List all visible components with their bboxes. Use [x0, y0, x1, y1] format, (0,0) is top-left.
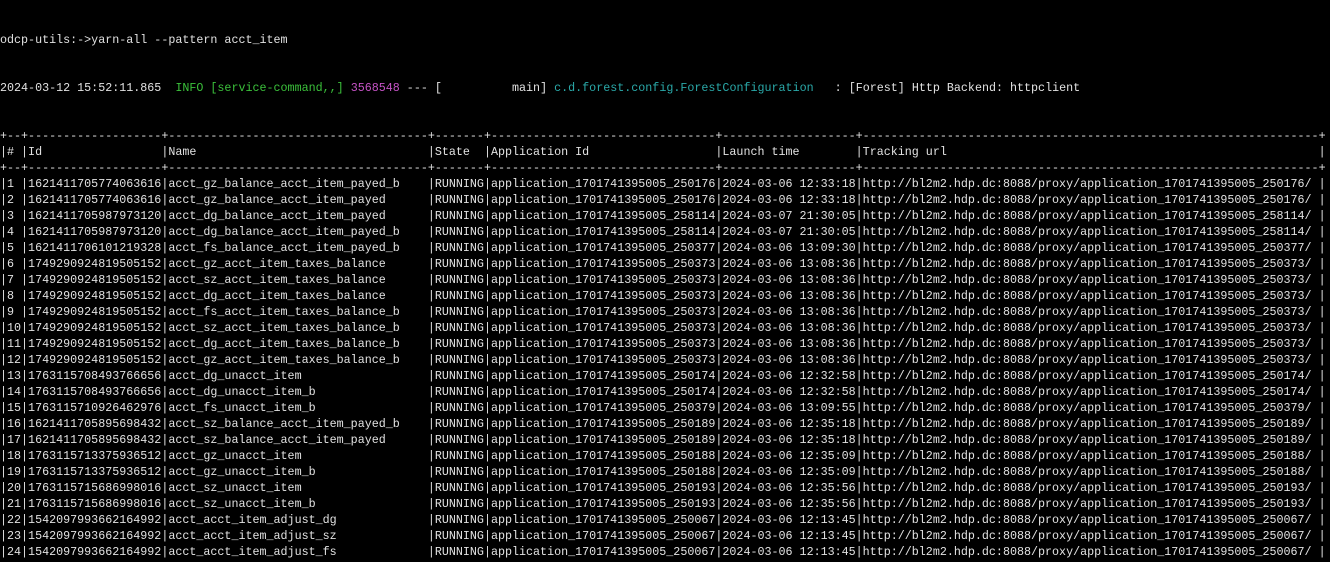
table-row: |4 |1621411705987973120|acct_dg_balance_… — [0, 224, 1330, 240]
log-segment: 3568548 — [351, 81, 400, 95]
table-row: |13|1763115708493766656|acct_dg_unacct_i… — [0, 368, 1330, 384]
table-row: |16|1621411705895698432|acct_sz_balance_… — [0, 416, 1330, 432]
table-row: |20|1763115715686998016|acct_sz_unacct_i… — [0, 480, 1330, 496]
table-row: |24|1542097993662164992|acct_acct_item_a… — [0, 544, 1330, 560]
table-row: |15|1763115710926462976|acct_fs_unacct_i… — [0, 400, 1330, 416]
table-row: |17|1621411705895698432|acct_sz_balance_… — [0, 432, 1330, 448]
table-row: |19|1763115713375936512|acct_gz_unacct_i… — [0, 464, 1330, 480]
table-row: |22|1542097993662164992|acct_acct_item_a… — [0, 512, 1330, 528]
table-row: |18|1763115713375936512|acct_gz_unacct_i… — [0, 448, 1330, 464]
table-row: |10|1749290924819505152|acct_sz_acct_ite… — [0, 320, 1330, 336]
table-row: |23|1542097993662164992|acct_acct_item_a… — [0, 528, 1330, 544]
table-row: |12|1749290924819505152|acct_gz_acct_ite… — [0, 352, 1330, 368]
log-segment: --- [ main] — [400, 81, 554, 95]
table-border: +--+-------------------+----------------… — [0, 160, 1330, 176]
table-row: |21|1763115715686998016|acct_sz_unacct_i… — [0, 496, 1330, 512]
table-row: |9 |1749290924819505152|acct_fs_acct_ite… — [0, 304, 1330, 320]
yarn-table: +--+-------------------+----------------… — [0, 128, 1330, 144]
terminal: odcp-utils:->yarn-all --pattern acct_ite… — [0, 0, 1330, 176]
prompt-line: odcp-utils:->yarn-all --pattern acct_ite… — [0, 32, 1330, 48]
log-segment: : [Forest] Http Backend: httpclient — [814, 81, 1081, 95]
table-row: |6 |1749290924819505152|acct_gz_acct_ite… — [0, 256, 1330, 272]
table-row: |2 |1621411705774063616|acct_gz_balance_… — [0, 192, 1330, 208]
log-segment: INFO [service-command,,] — [168, 81, 350, 95]
table-row: |3 |1621411705987973120|acct_dg_balance_… — [0, 208, 1330, 224]
table-row: |8 |1749290924819505152|acct_dg_acct_ite… — [0, 288, 1330, 304]
table-border: +--+-------------------+----------------… — [0, 128, 1330, 144]
log-segment: c.d.forest.config.ForestConfiguration — [554, 81, 814, 95]
table-row: |1 |1621411705774063616|acct_gz_balance_… — [0, 176, 1330, 192]
log-segment: 2024-03-12 15:52:11.865 — [0, 81, 168, 95]
table-row: |11|1749290924819505152|acct_dg_acct_ite… — [0, 336, 1330, 352]
terminal-window: odcp-utils:->yarn-all --pattern acct_ite… — [0, 0, 1330, 562]
table-row: |7 |1749290924819505152|acct_sz_acct_ite… — [0, 272, 1330, 288]
table-row: |5 |1621411706101219328|acct_fs_balance_… — [0, 240, 1330, 256]
log-line: 2024-03-12 15:52:11.865 INFO [service-co… — [0, 80, 1330, 96]
table-header: |# |Id |Name |State |Application Id |Lau… — [0, 144, 1330, 160]
table-row: |14|1763115708493766656|acct_dg_unacct_i… — [0, 384, 1330, 400]
